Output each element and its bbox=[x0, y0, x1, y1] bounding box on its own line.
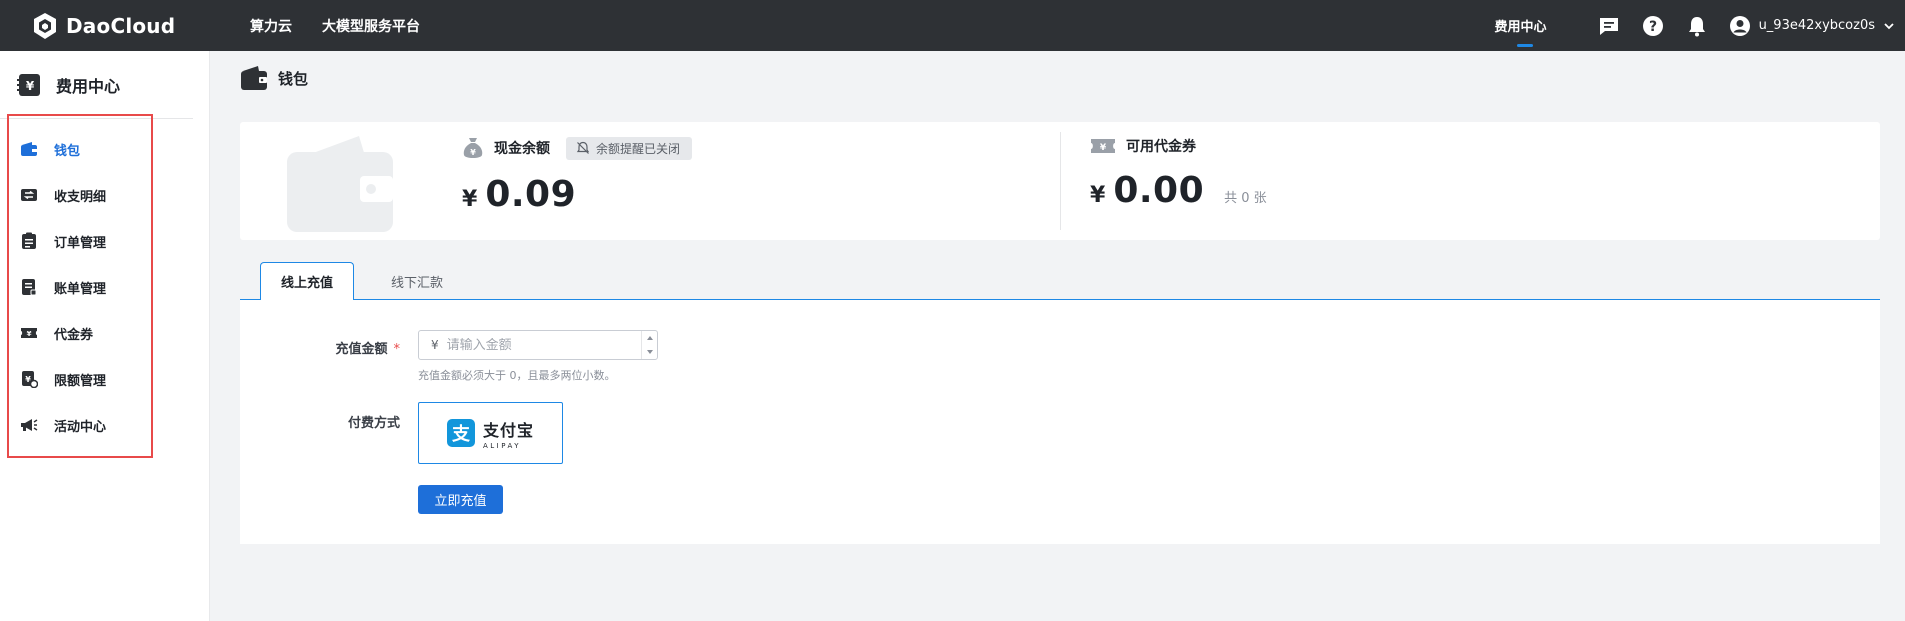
avatar-icon bbox=[1729, 15, 1750, 36]
amount-currency-prefix: ¥ bbox=[431, 338, 439, 352]
sidebar-item-wallet[interactable]: 钱包 bbox=[0, 126, 200, 172]
notification-bell-icon[interactable] bbox=[1685, 14, 1709, 38]
bill-icon bbox=[20, 278, 38, 296]
message-icon[interactable] bbox=[1597, 14, 1621, 38]
top-bar: DaoCloud 算力云 大模型服务平台 费用中心 ? u_93e42xybco… bbox=[0, 0, 1905, 51]
help-icon[interactable]: ? bbox=[1641, 14, 1665, 38]
logo-text: DaoCloud bbox=[66, 13, 176, 38]
amount-hint: 充值金额必须大于 0，且最多两位小数。 bbox=[418, 369, 616, 382]
recharge-now-button[interactable]: 立即充值 bbox=[418, 485, 503, 514]
sidebar-item-activities[interactable]: 活动中心 bbox=[0, 402, 200, 448]
cash-balance-section: ¥ 现金余额 余额提醒已关闭 ¥ 0.09 bbox=[462, 136, 693, 215]
sidebar-item-transactions[interactable]: 收支明细 bbox=[0, 172, 200, 218]
nav-billing-center[interactable]: 费用中心 bbox=[1495, 16, 1547, 47]
cash-amount: 0.09 bbox=[485, 174, 577, 215]
quota-icon: ¥ bbox=[20, 370, 38, 388]
available-coupons-section: ¥ 可用代金券 ¥ 0.00 共 0 张 bbox=[1090, 136, 1267, 211]
sidebar-item-label: 账单管理 bbox=[54, 281, 107, 297]
stepper-down-icon[interactable] bbox=[642, 345, 657, 359]
sidebar-item-orders[interactable]: 订单管理 bbox=[0, 218, 200, 264]
vertical-divider bbox=[1060, 132, 1061, 230]
chevron-down-icon bbox=[1884, 22, 1894, 29]
alipay-name-cn: 支付宝 bbox=[482, 420, 534, 440]
wallet-illustration-icon bbox=[287, 136, 393, 232]
sidebar-item-coupons[interactable]: ¥ 代金券 bbox=[0, 310, 200, 356]
sidebar-title: 费用中心 bbox=[56, 76, 121, 96]
billing-center-icon: ¥ bbox=[17, 73, 40, 96]
stepper-up-icon[interactable] bbox=[642, 331, 657, 345]
clipboard-icon bbox=[20, 232, 38, 250]
svg-text:支: 支 bbox=[451, 423, 471, 445]
tab-offline-transfer[interactable]: 线下汇款 bbox=[370, 262, 464, 300]
bell-off-icon bbox=[576, 141, 590, 154]
coupon-ticket-icon: ¥ bbox=[1091, 139, 1115, 153]
top-right-actions: 费用中心 ? u_93e42xybcoz0s bbox=[1495, 0, 1905, 51]
wallet-icon bbox=[20, 140, 38, 158]
balance-reminder-badge[interactable]: 余额提醒已关闭 bbox=[566, 136, 693, 160]
balance-reminder-text: 余额提醒已关闭 bbox=[596, 141, 681, 156]
nav-compute-cloud[interactable]: 算力云 bbox=[250, 16, 292, 36]
wallet-title-icon bbox=[241, 66, 267, 90]
coupon-currency: ¥ bbox=[1090, 183, 1106, 208]
top-nav: 算力云 大模型服务平台 bbox=[220, 16, 420, 36]
sidebar-item-label: 限额管理 bbox=[54, 373, 107, 389]
sidebar-header: ¥ 费用中心 bbox=[0, 51, 193, 119]
coupons-header: ¥ 可用代金券 bbox=[1090, 136, 1267, 156]
megaphone-icon bbox=[20, 416, 38, 434]
amount-label: 充值金额 * bbox=[240, 338, 400, 357]
amount-input[interactable] bbox=[446, 337, 627, 353]
alipay-logo-icon: 支 bbox=[446, 419, 475, 447]
page-header: 钱包 bbox=[240, 65, 308, 91]
cash-balance-header: ¥ 现金余额 余额提醒已关闭 bbox=[462, 136, 693, 160]
page-title: 钱包 bbox=[278, 69, 309, 88]
coupon-icon: ¥ bbox=[20, 324, 38, 342]
money-bag-icon: ¥ bbox=[463, 138, 483, 158]
daocloud-logo[interactable]: DaoCloud bbox=[30, 11, 220, 41]
sidebar-item-bills[interactable]: 账单管理 bbox=[0, 264, 200, 310]
cash-balance-label: 现金余额 bbox=[494, 141, 550, 157]
cash-currency: ¥ bbox=[462, 187, 478, 212]
recharge-tabs: 线上充值 线下汇款 bbox=[240, 262, 1880, 301]
user-menu[interactable]: u_93e42xybcoz0s bbox=[1729, 15, 1895, 37]
sidebar-item-label: 活动中心 bbox=[54, 419, 107, 435]
payment-row: 付费方式 bbox=[240, 412, 400, 431]
nav-llm-platform[interactable]: 大模型服务平台 bbox=[322, 16, 420, 36]
cash-amount-row: ¥ 0.09 bbox=[462, 174, 692, 215]
svg-text:?: ? bbox=[1649, 19, 1657, 35]
alipay-text: 支付宝 ALIPAY bbox=[483, 417, 534, 450]
payment-method-label: 付费方式 bbox=[347, 416, 400, 431]
amount-row: 充值金额 * bbox=[240, 338, 400, 357]
sidebar-item-label: 钱包 bbox=[54, 143, 81, 159]
svg-text:¥: ¥ bbox=[1100, 143, 1107, 153]
coupon-amount: 0.00 bbox=[1113, 170, 1205, 211]
amount-label-text: 充值金额 bbox=[335, 342, 388, 357]
svg-text:¥: ¥ bbox=[27, 330, 32, 338]
amount-stepper[interactable] bbox=[641, 331, 657, 359]
sidebar-item-label: 订单管理 bbox=[54, 235, 107, 251]
transactions-icon bbox=[20, 186, 38, 204]
coupon-amount-row: ¥ 0.00 共 0 张 bbox=[1090, 170, 1267, 211]
sidebar: ¥ 费用中心 钱包 收支明细 订单管理 账单管理 ¥ 代金券 ¥ 限额管理 活动… bbox=[0, 51, 210, 621]
tab-online-recharge[interactable]: 线上充值 bbox=[260, 262, 354, 301]
svg-text:¥: ¥ bbox=[26, 79, 35, 93]
svg-text:¥: ¥ bbox=[470, 148, 476, 157]
amount-input-box[interactable]: ¥ bbox=[418, 330, 658, 360]
required-mark: * bbox=[393, 342, 401, 357]
sidebar-item-quota[interactable]: ¥ 限额管理 bbox=[0, 356, 200, 402]
sidebar-item-label: 代金券 bbox=[54, 327, 94, 343]
sidebar-menu: 钱包 收支明细 订单管理 账单管理 ¥ 代金券 ¥ 限额管理 活动中心 bbox=[0, 126, 200, 448]
recharge-form: 充值金额 * ¥ 充值金额必须大于 0，且最多两位小数。 付费方式 支 支付宝 A… bbox=[240, 300, 1880, 544]
coupon-count: 共 0 张 bbox=[1224, 191, 1267, 206]
coupons-label: 可用代金券 bbox=[1126, 139, 1196, 155]
username: u_93e42xybcoz0s bbox=[1758, 18, 1875, 33]
alipay-name-en: ALIPAY bbox=[482, 441, 522, 450]
alipay-option[interactable]: 支 支付宝 ALIPAY bbox=[418, 402, 563, 464]
sidebar-item-label: 收支明细 bbox=[54, 189, 107, 205]
daocloud-logo-icon bbox=[34, 12, 56, 39]
wallet-summary-card: ¥ 现金余额 余额提醒已关闭 ¥ 0.09 ¥ 可用代金券 ¥ 0.00 共 0… bbox=[240, 122, 1880, 240]
